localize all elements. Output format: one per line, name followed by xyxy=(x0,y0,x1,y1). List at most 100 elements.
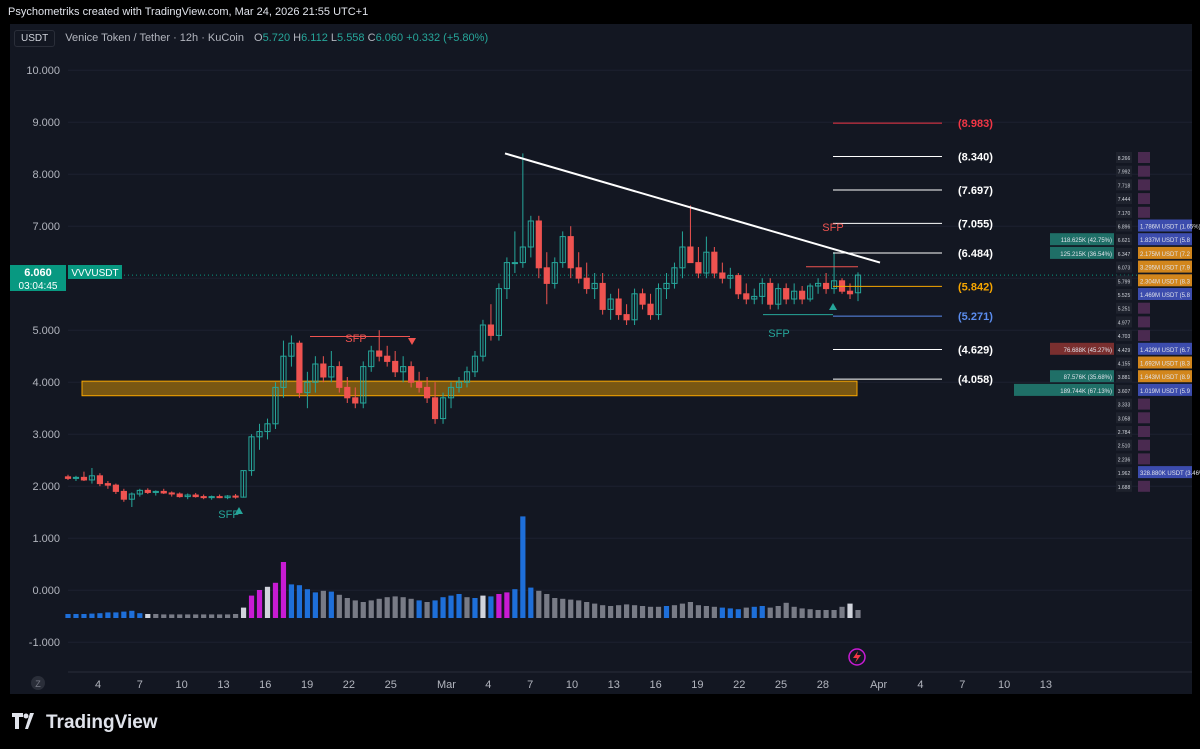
close-label: C xyxy=(367,32,376,44)
orderbook-ask-label: 1.429M USDT (6.7 xyxy=(1140,348,1191,354)
volume-bar xyxy=(408,598,414,618)
volume-bar xyxy=(97,613,103,618)
orderbook-price: 3.607 xyxy=(1118,389,1131,395)
candle-body xyxy=(647,303,654,316)
y-tick-label: 8.000 xyxy=(32,169,60,181)
volume-bar xyxy=(272,582,279,618)
candle-body xyxy=(104,483,111,486)
volume-bar xyxy=(400,597,406,618)
volume-bar xyxy=(671,605,678,618)
candle-body xyxy=(511,262,518,265)
volume-bar xyxy=(448,595,454,618)
sfp-label: SFP xyxy=(345,333,366,345)
volume-bar xyxy=(217,614,223,618)
volume-bar xyxy=(145,614,151,618)
support-zone xyxy=(81,380,858,397)
currency-button[interactable]: USDT xyxy=(14,29,56,47)
volume-bar xyxy=(783,602,789,618)
y-tick-label: 7.000 xyxy=(32,221,60,233)
candle-body xyxy=(639,293,646,305)
trendline xyxy=(504,152,881,264)
orderbook-ask-bar xyxy=(1138,412,1150,424)
orderbook-price: 2.784 xyxy=(1118,430,1131,436)
candle-body xyxy=(687,246,694,264)
y-tick-label: -1.000 xyxy=(29,637,60,649)
lightning-icon-bolt xyxy=(853,651,861,663)
volume-bar xyxy=(201,614,207,618)
orderbook-price: 2.236 xyxy=(1118,457,1131,463)
candle-body xyxy=(168,492,175,495)
volume-bar xyxy=(536,590,542,618)
x-tick-label: 4 xyxy=(917,679,923,691)
volume-bar xyxy=(416,600,422,618)
candle-body xyxy=(711,251,718,274)
x-tick-label: 19 xyxy=(301,679,313,691)
candle-body xyxy=(200,496,207,499)
candle-body xyxy=(623,314,630,321)
x-tick-label: 13 xyxy=(1040,679,1052,691)
candle-body xyxy=(232,495,239,498)
orderbook-bid-label: 189.744K (67.13%) xyxy=(1060,389,1112,395)
volume-bar xyxy=(224,614,231,618)
high-label: H xyxy=(293,32,302,44)
volume-bar xyxy=(735,609,741,618)
volume-bar xyxy=(679,603,686,618)
orderbook-ask-bar xyxy=(1138,316,1150,328)
orderbook-ask-label: 1.837M USDT (5.8 xyxy=(1140,238,1191,244)
volume-bar xyxy=(177,614,183,618)
volume-bar xyxy=(240,607,247,618)
volume-bar xyxy=(384,597,390,618)
volume-bar xyxy=(727,608,733,618)
volume-bar xyxy=(89,613,95,618)
volume-bar xyxy=(296,585,303,618)
symbol-title[interactable]: Venice Token / Tether · 12h · KuCoin xyxy=(65,32,244,44)
open-label: O xyxy=(254,32,263,44)
orderbook-ask-bar xyxy=(1138,179,1150,191)
volume-bar xyxy=(328,591,334,618)
fib-level-label: (5.271) xyxy=(958,311,993,323)
candle-body xyxy=(176,493,183,498)
x-tick-label: 19 xyxy=(691,679,703,691)
volume-bar xyxy=(312,592,318,618)
candle-body xyxy=(719,272,726,279)
candle-body xyxy=(160,490,167,494)
volume-bar xyxy=(815,610,821,618)
volume-bar xyxy=(368,600,374,618)
candle-body xyxy=(535,220,542,269)
volume-bar xyxy=(248,595,255,618)
volume-bar xyxy=(791,606,797,618)
orderbook-price: 5.525 xyxy=(1118,293,1131,299)
x-tick-label: 13 xyxy=(608,679,620,691)
x-tick-label: 13 xyxy=(217,679,229,691)
orderbook-ask-bar xyxy=(1138,398,1150,410)
fib-level-label: (8.983) xyxy=(958,118,993,130)
volume-bar xyxy=(687,602,694,618)
x-tick-label: 16 xyxy=(649,679,661,691)
candle-body xyxy=(392,360,399,373)
orderbook-ask-label: 1.692M USDT (8.3 xyxy=(1140,362,1191,368)
volume-bar xyxy=(73,614,79,618)
last-price-value: 6.060 xyxy=(24,267,52,279)
y-tick-label: 0.000 xyxy=(32,585,60,597)
volume-bar xyxy=(121,611,127,618)
price-chart[interactable]: 10.0009.0008.0007.0006.0005.0004.0003.00… xyxy=(0,0,1200,749)
orderbook-price: 7.992 xyxy=(1118,170,1131,176)
candle-body xyxy=(615,298,622,316)
candle-body xyxy=(822,282,830,290)
orderbook-ask-bar xyxy=(1138,193,1150,205)
candle-body xyxy=(344,386,351,399)
x-tick-label: 10 xyxy=(176,679,188,691)
candle-body xyxy=(431,397,439,420)
candle-body xyxy=(120,490,127,500)
candle-body xyxy=(567,236,574,269)
candle-body xyxy=(384,355,391,362)
volume-bar xyxy=(65,614,71,618)
orderbook-ask-label: 328.880K USDT (3.46%) xyxy=(1140,471,1200,477)
footer xyxy=(0,694,1200,749)
volume-bar xyxy=(703,606,709,618)
symbol-bar: USDT Venice Token / Tether · 12h · KuCoi… xyxy=(14,28,488,48)
x-tick-label: 22 xyxy=(733,679,745,691)
volume-bar xyxy=(823,610,829,618)
sfp-label: SFP xyxy=(822,222,843,234)
orderbook-price: 4.977 xyxy=(1118,320,1131,326)
